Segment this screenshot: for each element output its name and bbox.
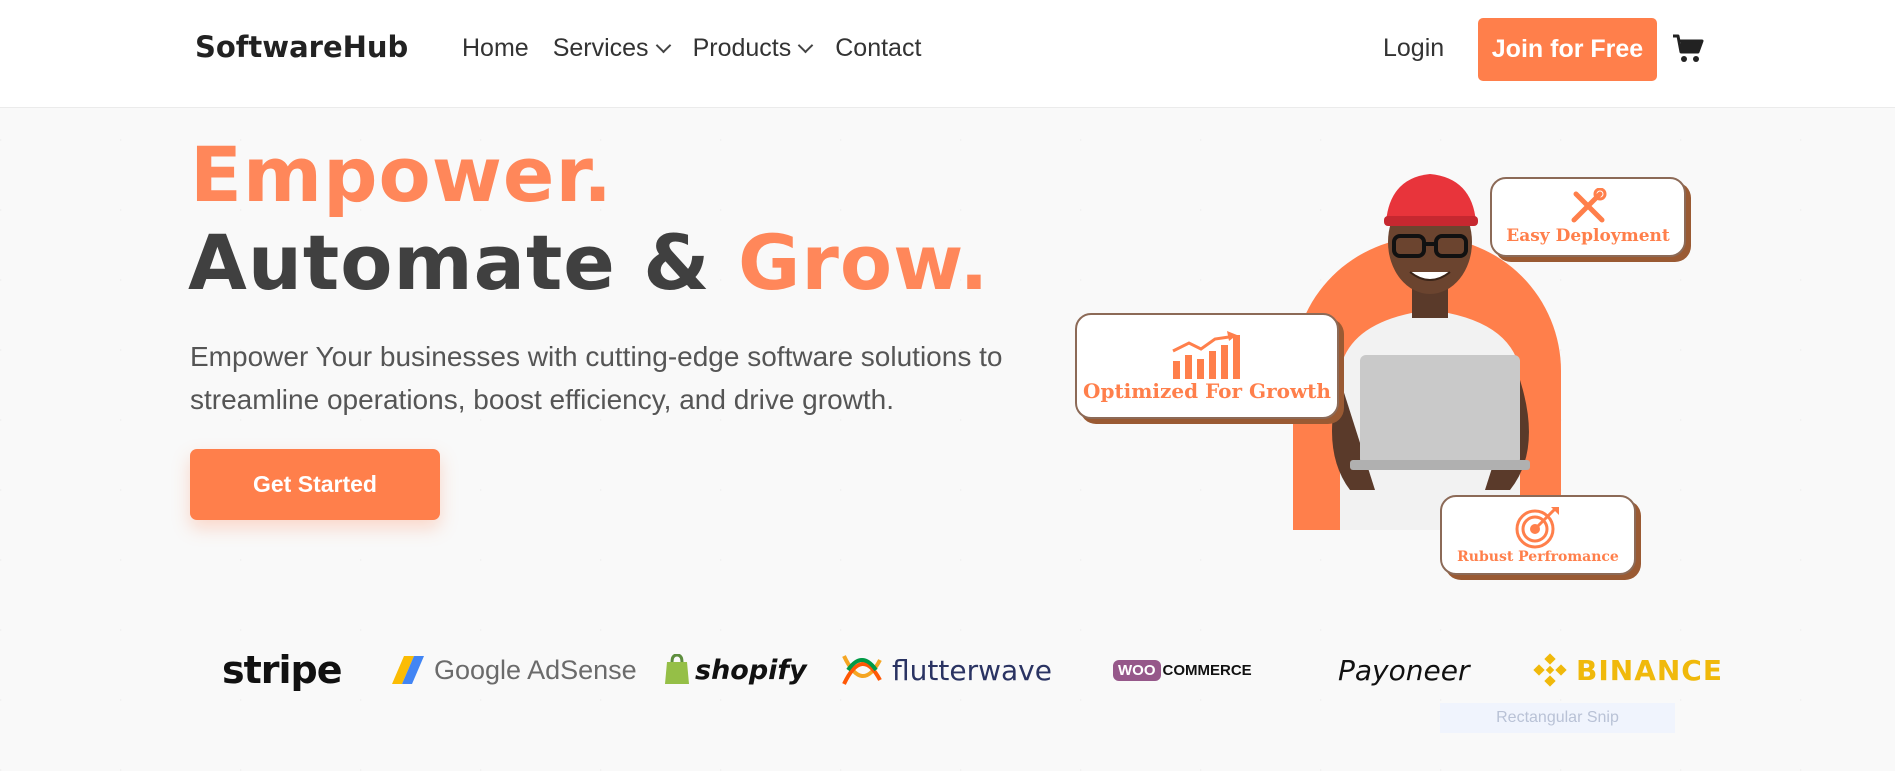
growth-chart-icon	[1172, 331, 1240, 379]
rectangular-snip-overlay: Rectangular Snip	[1440, 703, 1675, 733]
partner-logos-row: stripe Google AdSense shopify flutterwav…	[0, 640, 1895, 700]
nav-home[interactable]: Home	[462, 34, 529, 63]
binance-logo: BINANCE	[1532, 640, 1723, 700]
shopify-text: shopify	[695, 654, 807, 686]
google-adsense-logo: Google AdSense	[390, 640, 637, 700]
chevron-down-icon	[797, 37, 814, 54]
robust-performance-label: Rubust Perfromance	[1457, 549, 1619, 565]
binance-text: BINANCE	[1576, 653, 1723, 687]
join-for-free-button[interactable]: Join for Free	[1478, 18, 1657, 81]
adsense-icon	[392, 656, 424, 684]
hero-heading-line1: Empower.	[190, 130, 613, 219]
binance-icon	[1533, 653, 1567, 687]
flutterwave-logo: flutterwave	[840, 640, 1052, 700]
cart-icon[interactable]	[1672, 34, 1704, 64]
woocommerce-logo: WOO COMMERCE	[1113, 640, 1252, 700]
shopify-bag-icon	[665, 654, 689, 684]
optimized-for-growth-badge: Optimized For Growth	[1075, 313, 1339, 419]
top-navbar: SoftwareHub Home Services Products Conta…	[0, 0, 1895, 108]
google-adsense-text: Google AdSense	[434, 654, 637, 685]
hero-illustration: Easy Deployment Optimized For Growth Rub…	[1060, 160, 1700, 580]
nav-services-label: Services	[552, 34, 649, 62]
hero-heading-line2: Automate & Grow.	[188, 218, 989, 307]
main-nav: Home Services Products Contact	[462, 34, 921, 63]
payoneer-logo: Payoneer	[1338, 653, 1470, 687]
nav-products-label: Products	[692, 34, 792, 62]
flutterwave-icon	[842, 655, 882, 685]
woocommerce-text: COMMERCE	[1162, 661, 1252, 679]
robust-performance-badge: Rubust Perfromance	[1440, 495, 1636, 575]
nav-contact-label: Contact	[835, 34, 922, 62]
nav-products[interactable]: Products	[692, 34, 814, 63]
hero-subtitle: Empower Your businesses with cutting-edg…	[190, 341, 1003, 415]
easy-deployment-label: Easy Deployment	[1506, 226, 1670, 246]
flutterwave-text: flutterwave	[892, 653, 1052, 687]
stripe-logo: stripe	[222, 648, 343, 692]
woo-badge: WOO	[1113, 659, 1161, 681]
target-icon	[1515, 507, 1559, 549]
shopify-logo: shopify	[663, 640, 807, 700]
nav-home-label: Home	[462, 34, 529, 62]
hero-heading-accent: Grow.	[738, 218, 990, 307]
hero-heading-main: Automate &	[188, 218, 739, 307]
brand-logo[interactable]: SoftwareHub	[195, 30, 408, 64]
optimized-for-growth-label: Optimized For Growth	[1083, 379, 1331, 403]
chevron-down-icon	[655, 37, 671, 54]
nav-contact[interactable]: Contact	[835, 34, 921, 63]
get-started-button[interactable]: Get Started	[190, 449, 440, 520]
tools-icon	[1571, 188, 1607, 223]
login-link[interactable]: Login	[1383, 34, 1444, 63]
nav-services[interactable]: Services	[552, 34, 671, 63]
easy-deployment-badge: Easy Deployment	[1490, 177, 1686, 257]
